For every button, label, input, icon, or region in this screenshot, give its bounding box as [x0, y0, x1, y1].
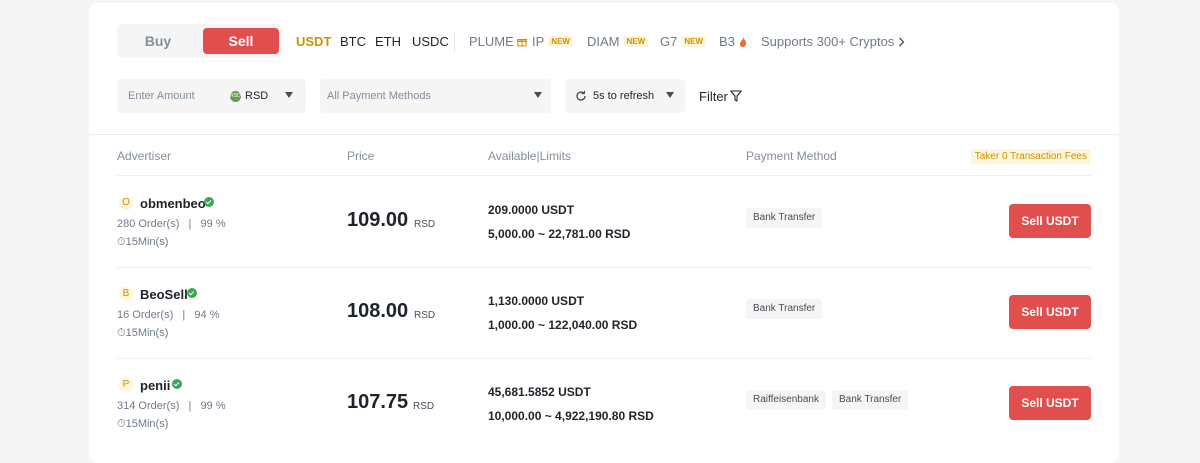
coin-tab-diam-label: DIAM: [587, 34, 620, 49]
coin-tab-ip[interactable]: IP NEW: [532, 32, 573, 52]
verified-icon: [172, 379, 182, 389]
supports-cryptos-label: Supports 300+ Cryptos: [761, 34, 895, 49]
sell-tab[interactable]: Sell: [203, 28, 279, 54]
available-amount: 209.0000 USDT: [488, 203, 575, 217]
refresh-label: 5s to refresh: [593, 90, 655, 102]
p2p-panel: Buy Sell USDT BTC ETH USDC PLUME IP NEW D…: [89, 3, 1119, 463]
payment-method-tag: Bank Transfer: [832, 390, 909, 410]
order-limits: 10,000.00 ~ 4,922,190.80 RSD: [488, 409, 654, 423]
price-value: 107.75: [347, 391, 409, 413]
avatar[interactable]: P: [119, 378, 133, 392]
payment-time: ⏱15Min(s): [117, 418, 169, 430]
refresh-icon: [576, 90, 586, 101]
fire-icon: [739, 37, 746, 47]
new-badge: NEW: [681, 36, 707, 47]
price-currency: RSD: [414, 310, 436, 321]
verified-icon: [187, 288, 197, 298]
header-price: Price: [347, 149, 375, 163]
order-stats: 16 Order(s) | 94 %: [117, 309, 220, 321]
payment-method-select[interactable]: All Payment Methods: [320, 79, 551, 113]
table-row: B BeoSell 16 Order(s) | 94 % ⏱15Min(s) 1…: [89, 268, 1119, 359]
avatar[interactable]: B: [119, 287, 133, 301]
advertiser-name[interactable]: penii: [140, 378, 170, 393]
caret-down-icon: [534, 92, 542, 98]
coin-tab-diam[interactable]: DIAM NEW: [587, 32, 649, 52]
payment-method-tag: Raiffeisenbank: [746, 390, 826, 410]
filter-icon[interactable]: [730, 90, 742, 102]
advertiser-name[interactable]: BeoSell: [140, 287, 188, 302]
coin-tab-eth[interactable]: ETH: [375, 32, 401, 52]
new-badge: NEW: [548, 36, 573, 47]
coin-tab-b3[interactable]: B3: [719, 32, 747, 52]
amount-placeholder: Enter Amount: [128, 90, 195, 102]
coin-tabs-divider: [454, 32, 455, 52]
buy-tab[interactable]: Buy: [117, 24, 199, 58]
verified-icon: [204, 197, 214, 207]
payment-placeholder: All Payment Methods: [327, 90, 431, 102]
refresh-select[interactable]: 5s to refresh: [565, 79, 685, 113]
order-limits: 5,000.00 ~ 22,781.00 RSD: [488, 227, 631, 241]
price-value: 108.00: [347, 300, 409, 322]
caret-down-icon[interactable]: [285, 92, 293, 98]
available-amount: 1,130.0000 USDT: [488, 294, 585, 308]
coin-tab-g7-label: G7: [660, 34, 678, 49]
coin-tab-btc[interactable]: BTC: [340, 32, 366, 52]
coin-tab-plume-label: PLUME: [469, 34, 514, 49]
available-amount: 45,681.5852 USDT: [488, 385, 591, 399]
payment-time-value: 15Min(s): [125, 236, 169, 248]
coin-tab-ip-label: IP: [532, 34, 545, 49]
sell-usdt-button[interactable]: Sell USDT: [1009, 386, 1091, 420]
fee-badge: Taker 0 Transaction Fees: [970, 149, 1091, 164]
advertiser-name[interactable]: obmenbeo: [140, 196, 206, 211]
chevron-right-icon: [898, 37, 905, 47]
section-divider: [89, 134, 1119, 135]
table-row: O obmenbeo 280 Order(s) | 99 % ⏱15Min(s)…: [89, 177, 1119, 268]
supports-cryptos-link[interactable]: Supports 300+ Cryptos: [761, 32, 905, 52]
price-currency: RSD: [413, 401, 435, 412]
order-stats: 280 Order(s) | 99 %: [117, 218, 226, 230]
coin-tab-usdt[interactable]: USDT: [296, 32, 331, 52]
payment-time: ⏱15Min(s): [117, 236, 169, 248]
price-value: 109.00: [347, 209, 409, 231]
order-stats: 314 Order(s) | 99 %: [117, 400, 226, 412]
payment-method-tag: Bank Transfer: [746, 208, 823, 228]
filter-button[interactable]: Filter: [699, 89, 728, 104]
row-divider: [117, 175, 1091, 176]
payment-method-tag: Bank Transfer: [746, 299, 823, 319]
sell-usdt-button[interactable]: Sell USDT: [1009, 295, 1091, 329]
new-badge: NEW: [623, 36, 649, 47]
coin-tab-plume[interactable]: PLUME: [469, 32, 528, 52]
header-available-limits: Available|Limits: [488, 149, 571, 163]
coin-tab-usdc[interactable]: USDC: [412, 32, 449, 52]
header-advertiser: Advertiser: [117, 149, 172, 163]
table-row: P penii 314 Order(s) | 99 % ⏱15Min(s) 10…: [89, 359, 1119, 450]
rsd-flag-icon: RSD: [230, 91, 241, 102]
avatar[interactable]: O: [119, 196, 133, 210]
amount-input[interactable]: Enter Amount RSD RSD: [117, 79, 306, 113]
buy-sell-toggle: Buy Sell: [117, 24, 283, 58]
payment-time-value: 15Min(s): [125, 418, 169, 430]
coin-tab-g7[interactable]: G7 NEW: [660, 32, 707, 52]
caret-down-icon: [666, 92, 674, 98]
sell-usdt-button[interactable]: Sell USDT: [1009, 204, 1091, 238]
price-currency: RSD: [414, 219, 436, 230]
order-limits: 1,000.00 ~ 122,040.00 RSD: [488, 318, 638, 332]
currency-label: RSD: [245, 90, 269, 102]
payment-time-value: 15Min(s): [125, 327, 169, 339]
payment-time: ⏱15Min(s): [117, 327, 169, 339]
coin-tab-b3-label: B3: [719, 34, 735, 49]
gift-icon: [517, 39, 528, 47]
header-payment-method: Payment Method: [746, 149, 837, 163]
